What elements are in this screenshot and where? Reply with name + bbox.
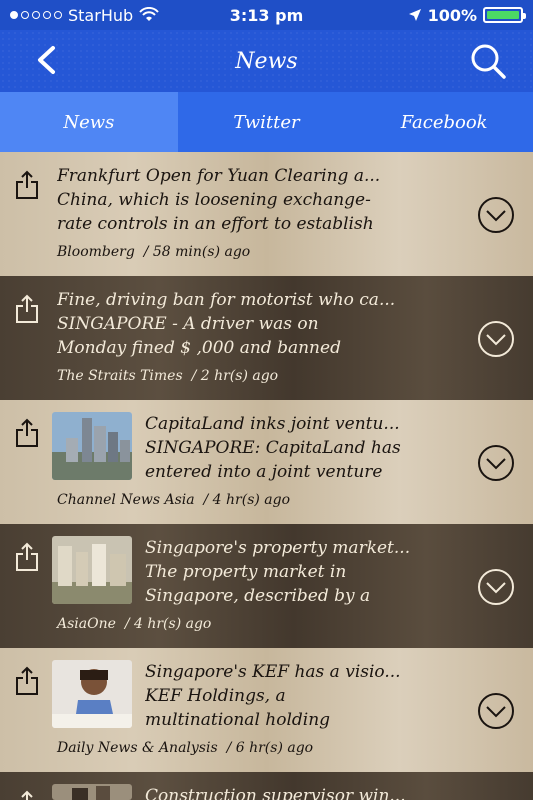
news-item-text: CapitaLand inks joint ventu... SINGAPORE… — [145, 412, 469, 484]
news-title: Fine, driving ban for motorist who ca... — [57, 290, 396, 310]
news-meta: Daily News & Analysis / 6 hr(s) ago — [57, 740, 313, 756]
news-thumbnail — [52, 536, 132, 604]
battery-percent: 100% — [427, 5, 477, 25]
news-meta: The Straits Times / 2 hr(s) ago — [57, 368, 278, 384]
battery-level — [487, 11, 519, 19]
news-item[interactable]: Fine, driving ban for motorist who ca...… — [0, 276, 533, 400]
share-icon[interactable] — [14, 294, 40, 324]
news-age: / 2 hr(s) ago — [191, 368, 279, 384]
news-title: Singapore's KEF has a visio... — [145, 662, 401, 682]
news-snippet-line: Singapore, described by a — [145, 586, 371, 606]
news-item[interactable]: CapitaLand inks joint ventu... SINGAPORE… — [0, 400, 533, 524]
news-snippet-line: SINGAPORE - A driver was on — [57, 314, 319, 334]
news-item-text: Singapore's property market... The prope… — [145, 536, 469, 608]
share-icon[interactable] — [14, 666, 40, 696]
news-thumbnail — [52, 784, 132, 800]
back-button[interactable] — [28, 42, 64, 78]
wifi-icon — [139, 7, 159, 21]
status-bar: StarHub 3:13 pm 100% — [0, 0, 533, 30]
carrier-name: StarHub — [68, 5, 134, 25]
news-title: Singapore's property market... — [145, 538, 411, 558]
chevron-down-icon[interactable] — [477, 444, 515, 482]
chevron-left-icon — [38, 46, 55, 74]
news-item[interactable]: Singapore's property market... The prope… — [0, 524, 533, 648]
news-snippet-line: KEF Holdings, a — [145, 686, 286, 706]
news-snippet-line: entered into a joint venture — [145, 462, 383, 482]
battery-icon — [483, 7, 526, 23]
news-title: CapitaLand inks joint ventu... — [145, 414, 400, 434]
news-age: / 58 min(s) ago — [143, 244, 251, 260]
news-item[interactable]: Singapore's KEF has a visio... KEF Holdi… — [0, 648, 533, 772]
news-meta: Channel News Asia / 4 hr(s) ago — [57, 492, 290, 508]
news-snippet-line: China, which is loosening exchange- — [57, 190, 371, 210]
news-age: / 6 hr(s) ago — [226, 740, 314, 756]
chevron-down-icon[interactable] — [477, 692, 515, 730]
share-icon[interactable] — [14, 170, 40, 200]
news-title: Frankfurt Open for Yuan Clearing a... — [57, 166, 381, 186]
news-item-text: Frankfurt Open for Yuan Clearing a... Ch… — [57, 164, 469, 236]
news-thumbnail — [52, 412, 132, 480]
news-age: / 4 hr(s) ago — [124, 616, 212, 632]
share-icon[interactable] — [14, 418, 40, 448]
tab-twitter[interactable]: Twitter — [178, 92, 356, 152]
chevron-down-icon[interactable] — [477, 320, 515, 358]
news-snippet-line: Monday fined $ ,000 and banned — [57, 338, 341, 358]
status-right: 100% — [408, 5, 526, 25]
nav-bar: News — [0, 30, 533, 92]
news-meta: AsiaOne / 4 hr(s) ago — [57, 616, 211, 632]
search-icon — [471, 44, 506, 79]
news-meta: Bloomberg / 58 min(s) ago — [57, 244, 250, 260]
news-item-text: Fine, driving ban for motorist who ca...… — [57, 288, 469, 360]
news-snippet-line: The property market in — [145, 562, 347, 582]
news-item-text: Construction supervisor win... — [145, 784, 469, 800]
share-icon[interactable] — [14, 790, 40, 800]
news-thumbnail — [52, 660, 132, 728]
page-title: News — [235, 48, 298, 74]
share-icon[interactable] — [14, 542, 40, 572]
news-snippet-line: SINGAPORE: CapitaLand has — [145, 438, 401, 458]
chevron-down-icon[interactable] — [477, 196, 515, 234]
chevron-down-icon[interactable] — [477, 568, 515, 606]
news-feed[interactable]: Frankfurt Open for Yuan Clearing a... Ch… — [0, 152, 533, 800]
news-source: Daily News & Analysis — [57, 740, 218, 756]
tab-bar: News Twitter Facebook — [0, 92, 533, 152]
news-item[interactable]: Frankfurt Open for Yuan Clearing a... Ch… — [0, 152, 533, 276]
news-snippet-line: multinational holding — [145, 710, 331, 730]
news-age: / 4 hr(s) ago — [203, 492, 291, 508]
news-source: AsiaOne — [57, 616, 116, 632]
search-button[interactable] — [467, 40, 509, 82]
location-arrow-icon — [408, 9, 421, 21]
news-snippet-line: rate controls in an effort to establish — [57, 214, 374, 234]
news-item[interactable]: Construction supervisor win... — [0, 772, 533, 800]
news-source: The Straits Times — [57, 368, 183, 384]
news-title: Construction supervisor win... — [145, 786, 406, 800]
tab-facebook[interactable]: Facebook — [355, 92, 533, 152]
news-source: Channel News Asia — [57, 492, 195, 508]
news-source: Bloomberg — [57, 244, 135, 260]
news-item-text: Singapore's KEF has a visio... KEF Holdi… — [145, 660, 469, 732]
tab-news[interactable]: News — [0, 92, 178, 152]
signal-strength-icon — [10, 11, 62, 19]
status-left: StarHub — [10, 6, 159, 25]
